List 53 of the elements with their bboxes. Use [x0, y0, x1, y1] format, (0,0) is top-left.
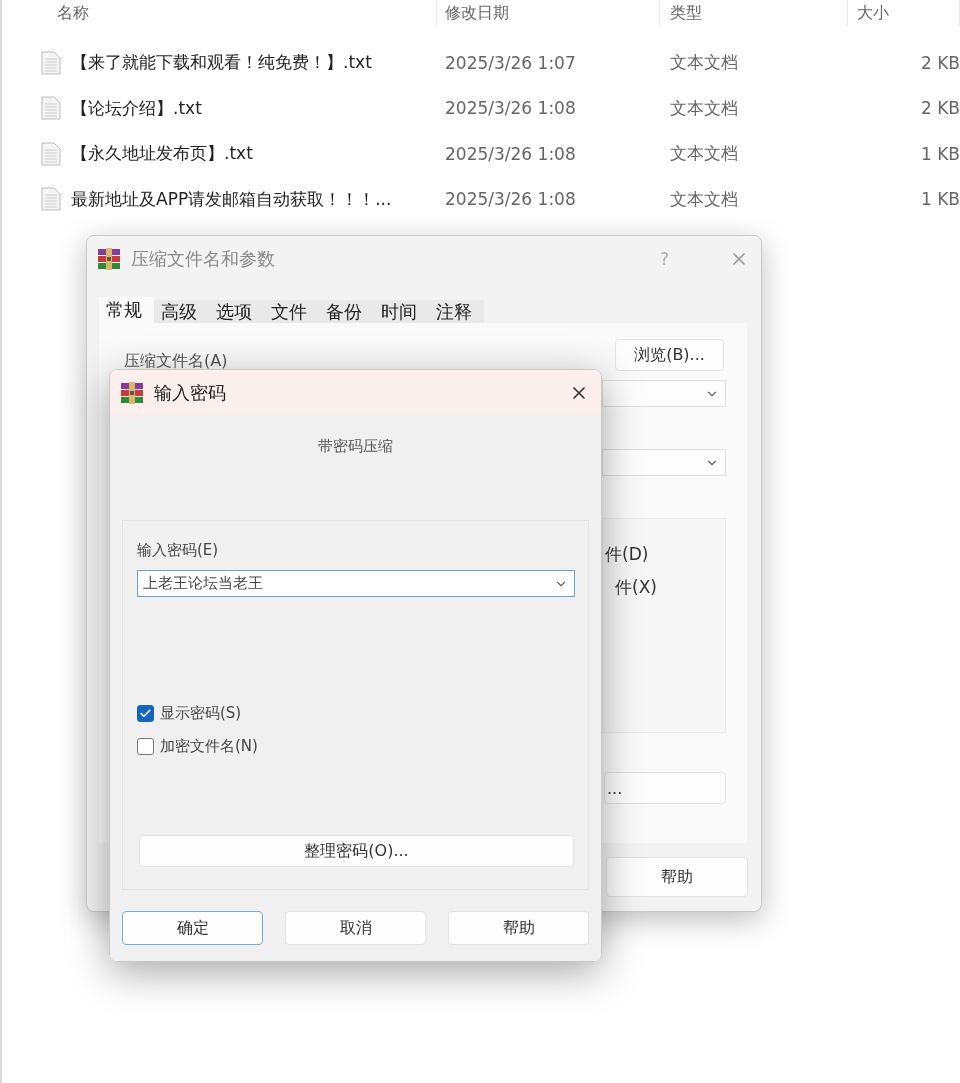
dialog-button[interactable]: 帮助	[448, 911, 589, 945]
field-label: 压缩文件名(A)	[124, 351, 228, 372]
dialog-button[interactable]: 确定	[122, 911, 263, 945]
dialog-subtitle: 带密码压缩	[318, 437, 393, 456]
file-type: 文本文档	[669, 142, 739, 166]
tab[interactable]: 备份	[319, 300, 374, 323]
browse-button[interactable]: 浏览(B)...	[615, 339, 724, 371]
tab[interactable]: 选项	[209, 300, 264, 323]
file-size: 1 KB	[919, 189, 960, 210]
option-label[interactable]: 件(D)	[605, 543, 725, 566]
password-field[interactable]: 上老王论坛当老王	[137, 570, 575, 597]
dialog-button[interactable]: ...	[604, 772, 726, 804]
archive-icon	[120, 380, 144, 405]
tab[interactable]: 注释	[429, 300, 484, 323]
help-button[interactable]: 帮助	[606, 857, 748, 897]
checkbox[interactable]	[137, 738, 154, 755]
tab[interactable]: 时间	[374, 300, 429, 323]
file-name[interactable]: 【来了就能下载和观看！纯免费！】.txt	[71, 51, 372, 75]
column-header[interactable]: 修改日期	[437, 0, 660, 26]
column-header[interactable]: 大小	[848, 0, 960, 26]
modified-date: 2025/3/26 1:08	[444, 189, 577, 210]
checkbox[interactable]	[137, 705, 154, 722]
checkbox-label: 显示密码(S)	[160, 704, 242, 723]
file-size: 1 KB	[919, 143, 960, 164]
document-icon	[41, 96, 61, 121]
file-type: 文本文档	[669, 96, 739, 120]
modified-date: 2025/3/26 1:07	[444, 52, 577, 73]
tab[interactable]: 文件	[264, 300, 319, 323]
tab[interactable]: 高级	[154, 300, 209, 323]
file-type: 文本文档	[669, 51, 739, 75]
field-label: 输入密码(E)	[137, 541, 220, 560]
archive-icon	[97, 246, 121, 271]
document-icon	[41, 141, 61, 166]
column-header[interactable]: 类型	[660, 0, 848, 26]
file-size: 2 KB	[919, 98, 960, 119]
dialog-button[interactable]: 取消	[285, 911, 426, 945]
modified-date: 2025/3/26 1:08	[444, 143, 577, 164]
modified-date: 2025/3/26 1:08	[444, 98, 577, 119]
dialog-title: 输入密码	[154, 380, 227, 405]
organize-button[interactable]: 整理密码(O)...	[139, 835, 574, 867]
file-type: 文本文档	[669, 187, 739, 211]
file-name[interactable]: 最新地址及APP请发邮箱自动获取！！！...	[71, 187, 392, 211]
file-name[interactable]: 【永久地址发布页】.txt	[71, 142, 253, 166]
file-name[interactable]: 【论坛介绍】.txt	[71, 96, 202, 120]
document-icon	[41, 187, 61, 212]
file-size: 2 KB	[919, 52, 960, 73]
document-icon	[41, 50, 61, 75]
checkbox-label: 加密文件名(N)	[160, 737, 258, 756]
check-icon	[139, 707, 152, 720]
dialog-title: 压缩文件名和参数	[131, 246, 276, 271]
column-header[interactable]: 名称	[2, 0, 437, 26]
tab[interactable]: 常规	[99, 297, 154, 323]
option-label[interactable]: 件(X)	[605, 576, 725, 599]
